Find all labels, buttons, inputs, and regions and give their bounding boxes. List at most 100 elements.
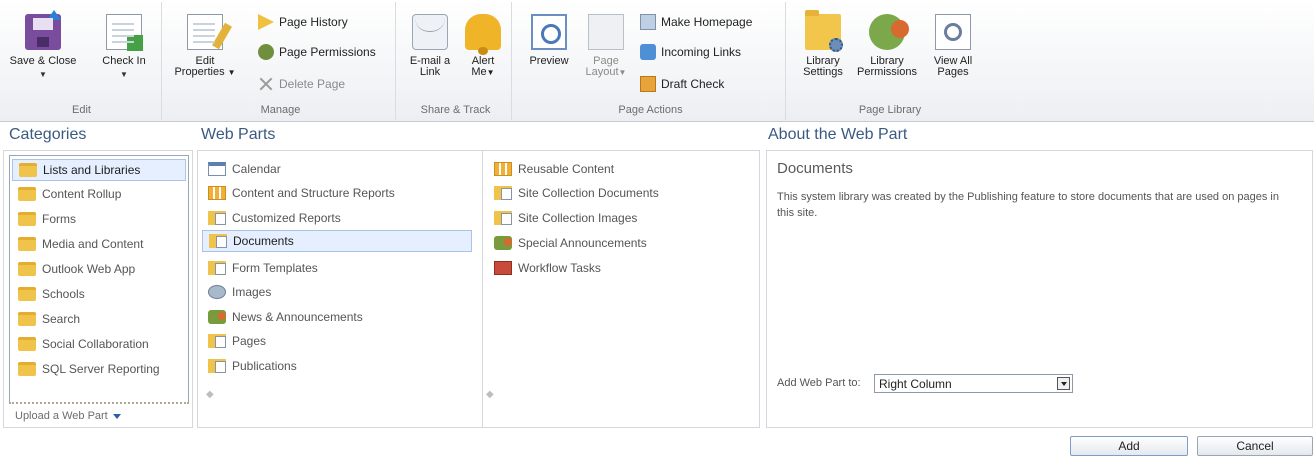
add-to-zone-select[interactable]: Right Column [874, 374, 1073, 393]
alert-me-button[interactable]: Alert Me▼ [460, 8, 506, 78]
categories-title: Categories [9, 126, 87, 143]
scroll-arrow-icon[interactable]: ◆ [206, 389, 214, 400]
column-divider [482, 151, 483, 427]
web-part-item[interactable]: Site Collection Documents [488, 182, 756, 204]
add-to-label: Add Web Part to: [777, 377, 861, 389]
folder-icon [18, 187, 36, 201]
folder-icon [18, 337, 36, 351]
ribbon-group-page-library: Library Settings Library Permissions Vie… [790, 2, 990, 120]
web-part-item[interactable]: Documents [202, 230, 472, 252]
chevron-down-icon: ▼ [227, 68, 236, 77]
chevron-down-icon [1057, 377, 1070, 390]
web-part-item[interactable]: Form Templates [202, 257, 470, 279]
page-permissions-button[interactable]: Page Permissions [258, 42, 376, 62]
edit-properties-icon [187, 14, 232, 50]
cancel-button[interactable]: Cancel [1197, 436, 1313, 456]
bell-icon [465, 14, 501, 55]
group-label-page-library: Page Library [858, 104, 922, 116]
draft-check-icon [640, 76, 656, 92]
library-icon [494, 211, 512, 225]
preview-icon [531, 14, 567, 50]
upload-web-part-link[interactable]: Upload a Web Part [15, 410, 121, 422]
folder-icon [18, 262, 36, 276]
folder-icon [18, 362, 36, 376]
page-history-button[interactable]: Page History [258, 12, 348, 32]
web-part-description: This system library was created by the P… [777, 191, 1279, 219]
web-part-item[interactable]: Pages [202, 330, 470, 352]
library-settings-icon [805, 10, 843, 52]
page-layout-button[interactable]: Page Layout▼ [578, 8, 634, 78]
web-part-item[interactable]: Calendar [202, 158, 470, 180]
images-icon [208, 285, 226, 299]
email-icon [412, 14, 448, 50]
library-icon [208, 334, 226, 348]
library-icon [208, 359, 226, 373]
check-in-button[interactable]: Check In ▼ [94, 8, 154, 80]
library-icon [494, 186, 512, 200]
calendar-icon [208, 162, 226, 176]
draft-check-button[interactable]: Draft Check [640, 74, 724, 94]
web-part-item[interactable]: Content and Structure Reports [202, 182, 470, 204]
web-part-item[interactable]: Publications [202, 355, 470, 377]
web-part-item[interactable]: Special Announcements [488, 232, 756, 254]
announcements-icon [494, 236, 512, 250]
group-label-page-actions: Page Actions [618, 104, 683, 116]
category-item[interactable]: Lists and Libraries [12, 159, 186, 181]
scroll-arrow-icon[interactable]: ◆ [486, 389, 494, 400]
web-part-item[interactable]: Images [202, 281, 470, 303]
make-homepage-button[interactable]: Make Homepage [640, 12, 752, 32]
preview-button[interactable]: Preview [522, 8, 576, 67]
category-item[interactable]: Search [12, 308, 186, 330]
view-all-pages-icon [935, 14, 971, 50]
category-item[interactable]: Forms [12, 208, 186, 230]
library-icon [209, 234, 227, 248]
workflow-tasks-icon [494, 261, 512, 275]
ribbon-group-page-actions: Preview Page Layout▼ Make Homepage Incom… [516, 2, 786, 120]
save-icon [25, 10, 61, 50]
group-label-edit: Edit [72, 104, 91, 116]
category-item[interactable]: SQL Server Reporting [12, 358, 186, 380]
delete-page-button[interactable]: Delete Page [258, 74, 345, 94]
category-item[interactable]: Outlook Web App [12, 258, 186, 280]
web-part-item[interactable]: Reusable Content [488, 158, 756, 180]
library-settings-button[interactable]: Library Settings [794, 8, 852, 78]
caret-down-icon [112, 413, 121, 419]
web-part-item[interactable]: Customized Reports [202, 207, 470, 229]
group-label-manage: Manage [260, 104, 301, 116]
library-permissions-button[interactable]: Library Permissions [854, 8, 920, 78]
web-part-item[interactable]: News & Announcements [202, 306, 470, 328]
delete-icon [258, 76, 274, 92]
folder-icon [18, 212, 36, 226]
web-parts-panel: Calendar Content and Structure Reports C… [197, 150, 760, 428]
chevron-down-icon: ▼ [486, 68, 495, 77]
save-close-button[interactable]: Save & Close ▼ [8, 8, 78, 80]
chevron-down-icon: ▼ [39, 70, 47, 79]
folder-icon [18, 287, 36, 301]
edit-properties-button[interactable]: Edit Properties ▼ [172, 8, 238, 78]
view-all-pages-button[interactable]: View All Pages [924, 8, 982, 78]
permissions-icon [258, 44, 274, 60]
email-link-button[interactable]: E-mail a Link [404, 8, 456, 78]
reports-icon [208, 186, 226, 200]
categories-list: Lists and Libraries Content Rollup Forms… [9, 155, 189, 404]
library-icon [208, 211, 226, 225]
category-item[interactable]: Media and Content [12, 233, 186, 255]
homepage-icon [640, 14, 656, 30]
add-button[interactable]: Add [1070, 436, 1188, 456]
folder-icon [19, 163, 37, 177]
permissions-icon [869, 14, 909, 50]
chevron-down-icon: ▼ [618, 68, 627, 77]
category-item[interactable]: Schools [12, 283, 186, 305]
folder-icon [18, 237, 36, 251]
category-item[interactable]: Social Collaboration [12, 333, 186, 355]
web-part-item[interactable]: Workflow Tasks [488, 257, 756, 279]
web-part-item[interactable]: Site Collection Images [488, 207, 756, 229]
check-in-icon [106, 14, 143, 51]
reusable-content-icon [494, 162, 512, 176]
ribbon-group-manage: Edit Properties ▼ Page History Page Perm… [166, 2, 396, 120]
incoming-links-button[interactable]: Incoming Links [640, 42, 741, 62]
group-label-share-track: Share & Track [420, 104, 491, 116]
category-item[interactable]: Content Rollup [12, 183, 186, 205]
ribbon-group-edit: Save & Close ▼ Check In ▼ Edit [2, 2, 162, 120]
links-icon [640, 44, 656, 60]
